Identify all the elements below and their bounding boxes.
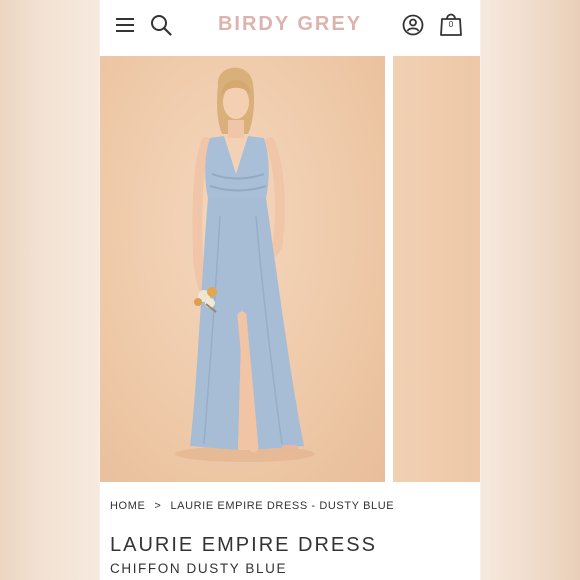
brand-logo[interactable]: BIRDY GREY — [210, 13, 370, 36]
breadcrumb: HOME > LAURIE EMPIRE DRESS - DUSTY BLUE — [110, 500, 394, 512]
product-subtitle: CHIFFON DUSTY BLUE — [110, 561, 288, 576]
breadcrumb-home-link[interactable]: HOME — [110, 500, 145, 512]
breadcrumb-separator: > — [154, 500, 162, 512]
product-title: LAURIE EMPIRE DRESS — [110, 534, 377, 556]
breadcrumb-current: LAURIE EMPIRE DRESS - DUSTY BLUE — [170, 500, 395, 512]
cart-count: 0 — [448, 20, 454, 29]
site-header: BIRDY GREY 0 — [100, 0, 480, 54]
product-main-image[interactable] — [100, 56, 385, 482]
product-image-gallery[interactable] — [100, 56, 480, 482]
search-icon[interactable] — [150, 14, 172, 36]
account-icon[interactable] — [402, 14, 424, 36]
product-next-image-preview[interactable] — [393, 56, 480, 482]
hamburger-menu-icon[interactable] — [115, 15, 135, 35]
model-photo — [175, 67, 315, 462]
mobile-page: BIRDY GREY 0 HOME > LAURIE EMPIRE DRESS … — [100, 0, 480, 580]
